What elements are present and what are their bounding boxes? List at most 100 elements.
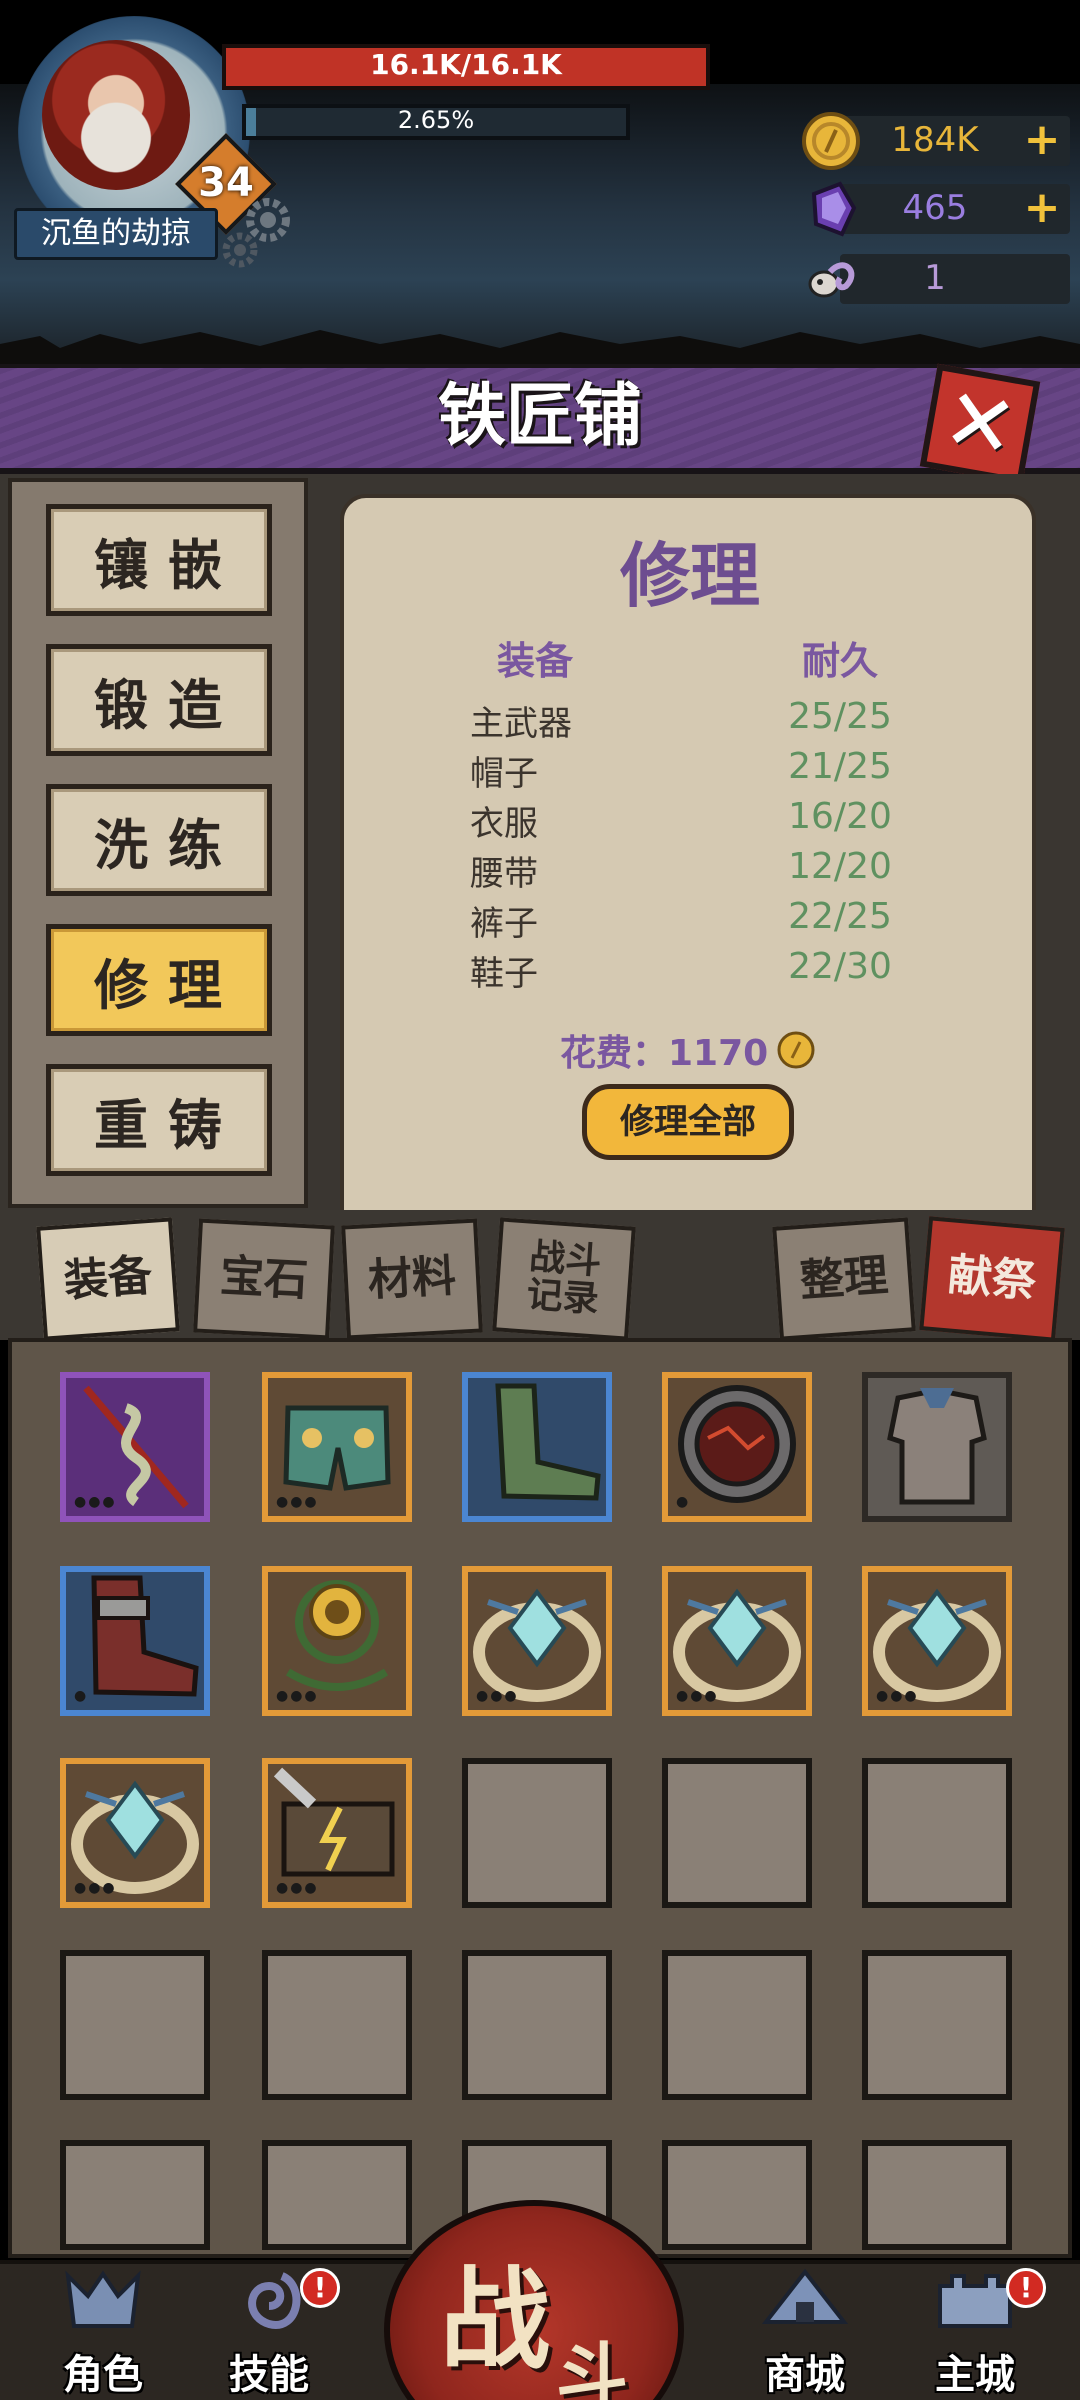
nav-character-label: 角色	[63, 2352, 143, 2398]
nav-city-label: 主城	[935, 2352, 1015, 2398]
inventory-slot-empty[interactable]	[462, 1758, 612, 1908]
close-button[interactable]: ✕	[919, 363, 1041, 485]
equipment-name: 腰带	[470, 854, 538, 894]
inventory-slot-empty[interactable]	[862, 2140, 1012, 2250]
durability-value: 12/20	[788, 846, 892, 887]
purple-crystal-icon	[811, 181, 857, 237]
equipment-name: 主武器	[470, 704, 572, 744]
nav-skills[interactable]: 技能 !	[194, 2260, 344, 2400]
add-gold-button[interactable]: +	[1020, 114, 1064, 166]
nav-shop-label: 商城	[765, 2352, 845, 2398]
durability-value: 22/30	[788, 946, 892, 987]
side-tab-inlay[interactable]: 镶嵌	[46, 504, 272, 616]
inventory-slot[interactable]: ●●●	[60, 1758, 210, 1908]
inventory-slot[interactable]: ●●●	[262, 1566, 412, 1716]
tab-materials[interactable]: 材料	[341, 1218, 483, 1340]
side-tab-recast[interactable]: 重铸	[46, 1064, 272, 1176]
inventory-slot-empty[interactable]	[60, 1950, 210, 2100]
inventory-slot[interactable]: ●●●	[862, 1566, 1012, 1716]
inventory-slot[interactable]: ●●●	[662, 1566, 812, 1716]
inventory-slot[interactable]: ●	[662, 1372, 812, 1522]
inventory-slot-empty[interactable]	[262, 2140, 412, 2250]
equipment-name: 衣服	[470, 804, 538, 844]
inventory-slot[interactable]	[862, 1372, 1012, 1522]
skull-currency: 1	[800, 248, 1070, 310]
add-crystal-button[interactable]: +	[1020, 182, 1064, 234]
column-header-equipment: 装备	[496, 639, 573, 683]
socket-dots: ●●●	[276, 1880, 319, 1896]
repair-all-button[interactable]: 修理全部	[582, 1084, 794, 1160]
grass-silhouette	[0, 330, 1080, 364]
crystal-value: 465	[902, 188, 968, 228]
inventory-slot-empty[interactable]	[662, 1950, 812, 2100]
gear-icon[interactable]	[210, 190, 298, 278]
durability-value: 16/20	[788, 796, 892, 837]
side-tab-reroll[interactable]: 洗练	[46, 784, 272, 896]
gold-coin-icon	[777, 1031, 815, 1069]
nav-character[interactable]: 角色	[28, 2260, 178, 2400]
player-name[interactable]: 沉鱼的劫掠	[14, 208, 218, 260]
repair-cost: 花费：1170	[560, 1033, 769, 1074]
hp-text: 16.1K/16.1K	[370, 48, 562, 81]
nav-city[interactable]: 主城 !	[900, 2260, 1050, 2400]
inventory-slot[interactable]: ●●●	[462, 1566, 612, 1716]
durability-value: 21/25	[788, 746, 892, 787]
repair-row: 鞋子 22/30	[470, 946, 940, 996]
equipment-name: 裤子	[470, 904, 538, 944]
inventory-slot[interactable]: ●	[60, 1566, 210, 1716]
socket-dots: ●●●	[74, 1880, 117, 1896]
inventory-slot-empty[interactable]	[262, 1950, 412, 2100]
inventory-slot-empty[interactable]	[862, 1758, 1012, 1908]
tab-battle-log[interactable]: 战斗 记录	[492, 1217, 636, 1341]
page-title: 铁匠铺	[437, 377, 642, 456]
inventory-slot[interactable]: ●●●	[262, 1372, 412, 1522]
inventory-slot[interactable]	[462, 1372, 612, 1522]
sort-button[interactable]: 整理	[772, 1217, 916, 1341]
repair-heading: 修理	[620, 535, 760, 617]
sacrifice-button[interactable]: 献祭	[919, 1216, 1065, 1342]
close-x-icon: ✕	[935, 368, 1025, 480]
repair-row: 衣服 16/20	[470, 796, 940, 846]
inventory-slot-empty[interactable]	[462, 1950, 612, 2100]
gold-currency: 184K +	[800, 110, 1070, 172]
side-tab-forge[interactable]: 锻造	[46, 644, 272, 756]
tab-gems[interactable]: 宝石	[193, 1218, 335, 1340]
crystal-currency: 465 +	[800, 178, 1070, 240]
inventory-slot[interactable]: ●●●	[60, 1372, 210, 1522]
castle-icon	[938, 2274, 1012, 2328]
inventory-slot[interactable]: ●●●	[262, 1758, 412, 1908]
equipment-name: 帽子	[470, 754, 538, 794]
skills-alert-badge: !	[300, 2268, 340, 2308]
city-alert-badge: !	[1006, 2268, 1046, 2308]
column-header-durability: 耐久	[801, 639, 878, 683]
inventory-slot-empty[interactable]	[662, 1758, 812, 1908]
inventory-slot-empty[interactable]	[60, 2140, 210, 2250]
swirl-icon	[248, 2272, 301, 2329]
ram-skull-icon	[808, 262, 855, 298]
battle-label-1: 战	[440, 2256, 550, 2384]
tab-equipment[interactable]: 装备	[36, 1217, 180, 1341]
socket-dots: ●●●	[276, 1494, 319, 1510]
socket-dots: ●●●	[876, 1688, 919, 1704]
tattered-shirt-icon	[887, 1388, 987, 1505]
durability-value: 25/25	[788, 696, 892, 737]
socket-dots: ●●●	[74, 1494, 117, 1510]
repair-row: 主武器 25/25	[470, 696, 940, 746]
nav-skills-label: 技能	[229, 2352, 309, 2398]
repair-row: 裤子 22/25	[470, 896, 940, 946]
repair-row: 帽子 21/25	[470, 746, 940, 796]
socket-dots: ●●●	[676, 1688, 719, 1704]
green-boots-icon	[495, 1383, 601, 1501]
socket-dots: ●	[74, 1688, 89, 1704]
socket-dots: ●●●	[276, 1688, 319, 1704]
battle-label-2: 斗	[556, 2335, 629, 2400]
inventory-slot-empty[interactable]	[862, 1950, 1012, 2100]
gold-coin-icon	[802, 112, 860, 170]
tent-shop-icon	[761, 2268, 849, 2324]
socket-dots: ●	[676, 1494, 691, 1510]
side-tab-repair[interactable]: 修理	[46, 924, 272, 1036]
equipment-name: 鞋子	[470, 954, 538, 994]
inventory-slot-empty[interactable]	[662, 2140, 812, 2250]
nav-shop[interactable]: 商城	[730, 2260, 880, 2400]
gold-value: 184K	[891, 120, 979, 160]
